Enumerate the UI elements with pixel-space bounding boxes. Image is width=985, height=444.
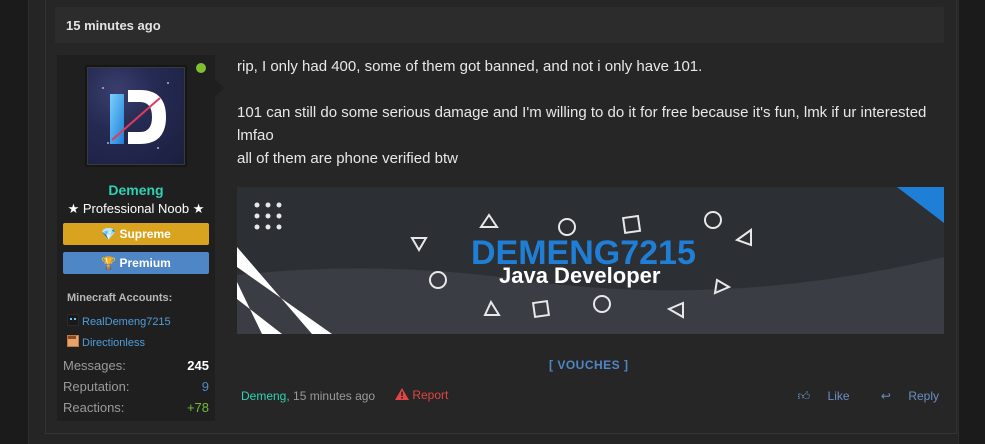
- online-status-indicator: [196, 63, 206, 73]
- avatar[interactable]: [87, 67, 185, 165]
- thumbs-up-icon: 👍︎: [797, 389, 811, 403]
- minecraft-account-name: Directionless: [82, 337, 145, 349]
- post-footer: Demeng, 15 minutes ago: [241, 389, 375, 403]
- warning-icon: [395, 388, 409, 400]
- minecraft-head-icon: [67, 335, 79, 347]
- report-label: Report: [412, 388, 449, 402]
- reply-button[interactable]: ↩ Reply: [867, 389, 939, 403]
- report-button[interactable]: Report: [395, 388, 448, 402]
- avatar-frame: [85, 65, 187, 167]
- user-panel: Demeng ★ Professional Noob ★ 💎 Supreme 🏆…: [57, 55, 224, 421]
- avatar-logo-icon: [102, 82, 169, 149]
- footer-time[interactable]: 15 minutes ago: [293, 389, 375, 403]
- signature-graphic: DEMENG7215 Java Developer: [237, 187, 944, 334]
- stat-value[interactable]: +78: [187, 400, 209, 415]
- stat-value[interactable]: 245: [187, 358, 209, 373]
- like-button[interactable]: 👍︎ Like: [784, 389, 850, 403]
- post-time[interactable]: 15 minutes ago: [66, 18, 161, 33]
- minecraft-head-icon: [67, 314, 79, 326]
- premium-banner: 🏆 Premium: [63, 252, 209, 274]
- message-line: 101 can still do some serious damage and…: [237, 104, 927, 144]
- user-title: ★ Professional Noob ★: [67, 201, 205, 216]
- post-content: rip, I only had 400, some of them got ba…: [237, 55, 947, 170]
- message-line: rip, I only had 400, some of them got ba…: [237, 58, 703, 75]
- minecraft-account-link[interactable]: Directionless: [67, 335, 145, 349]
- stat-label: Reactions:: [63, 400, 125, 415]
- panel-arrow: [215, 79, 224, 97]
- supreme-banner: 💎 Supreme: [63, 223, 209, 245]
- stat-label: Reputation:: [63, 379, 130, 394]
- minecraft-account-link[interactable]: RealDemeng7215: [67, 314, 171, 328]
- reply-icon: ↩: [880, 389, 891, 403]
- post-header: 15 minutes ago: [55, 7, 944, 43]
- diamond-icon: 💎: [101, 227, 117, 241]
- username[interactable]: Demeng: [57, 182, 215, 198]
- stat-label: Messages:: [63, 358, 126, 373]
- minecraft-accounts-title: Minecraft Accounts:: [67, 292, 173, 304]
- message-line: all of them are phone verified btw: [237, 150, 458, 167]
- like-label: Like: [827, 389, 850, 403]
- signature-banner: DEMENG7215 Java Developer: [237, 187, 944, 334]
- user-extras: Minecraft Accounts: RealDemeng7215 Direc…: [63, 286, 209, 416]
- post-actions: 👍︎ Like ↩ Reply: [770, 389, 939, 404]
- stat-value[interactable]: 9: [202, 379, 209, 394]
- vouches-link[interactable]: [ VOUCHES ]: [549, 358, 629, 372]
- minecraft-account-name: RealDemeng7215: [82, 316, 171, 328]
- post-message: rip, I only had 400, some of them got ba…: [237, 55, 947, 170]
- premium-label: Premium: [119, 256, 171, 270]
- reply-label: Reply: [908, 389, 939, 403]
- dot-grid: [254, 202, 282, 230]
- trophy-icon: 🏆: [101, 256, 117, 270]
- footer-author[interactable]: Demeng,: [241, 389, 290, 403]
- signature-line2: Java Developer: [499, 263, 661, 288]
- supreme-label: Supreme: [119, 227, 171, 241]
